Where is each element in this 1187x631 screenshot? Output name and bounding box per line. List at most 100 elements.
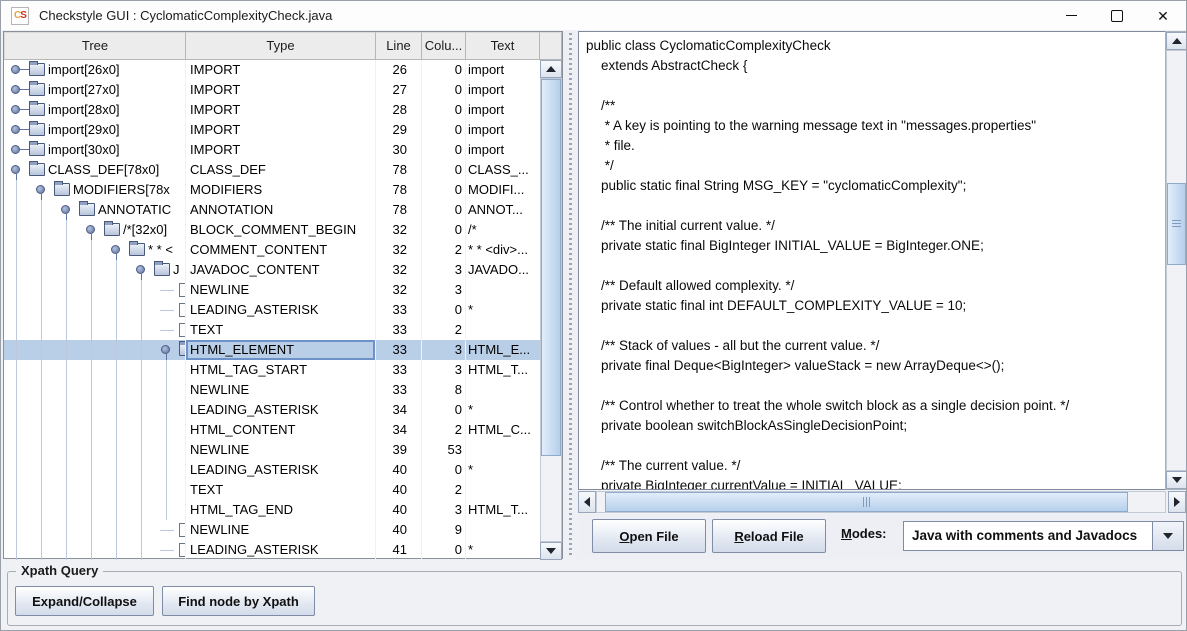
tree-node-label: import[26x0] bbox=[48, 60, 120, 80]
editor-hscrollbar-thumb[interactable] bbox=[605, 492, 1128, 512]
tree-guide-line bbox=[141, 380, 142, 400]
close-button[interactable]: ✕ bbox=[1140, 1, 1186, 30]
expand-collapse-button[interactable]: Expand/Collapse bbox=[15, 586, 154, 616]
editor-scroll-up-button[interactable] bbox=[1166, 32, 1187, 50]
tree-scroll-up-button[interactable] bbox=[540, 60, 562, 78]
editor-scroll-right-button[interactable] bbox=[1168, 491, 1186, 513]
tree-vertical-scrollbar[interactable] bbox=[540, 60, 562, 560]
titlebar: CS Checkstyle GUI : CyclomaticComplexity… bbox=[1, 1, 1186, 30]
header-cell-column[interactable]: Colu... bbox=[422, 32, 466, 60]
modes-dropdown[interactable]: Java with comments and Javadocs bbox=[903, 521, 1184, 551]
expand-toggle-icon[interactable] bbox=[136, 265, 145, 274]
tree-table-row[interactable]: HTML_TAG_START333HTML_T... bbox=[4, 360, 540, 380]
tree-table-row[interactable]: JJAVADOC_CONTENT323JAVADO... bbox=[4, 260, 540, 280]
tree-table-row[interactable]: MODIFIERS[78xMODIFIERS780MODIFI... bbox=[4, 180, 540, 200]
editor-vscrollbar-thumb[interactable] bbox=[1167, 183, 1186, 265]
collapse-toggle-icon[interactable] bbox=[11, 145, 20, 154]
folder-icon bbox=[179, 343, 186, 356]
tree-table-row[interactable]: LEADING_ASTERISK330* bbox=[4, 300, 540, 320]
tree-scroll-down-button[interactable] bbox=[540, 542, 562, 560]
expand-toggle-icon[interactable] bbox=[161, 345, 170, 354]
tree-guide-line bbox=[91, 400, 92, 420]
tree-table-row[interactable]: NEWLINE3953 bbox=[4, 440, 540, 460]
collapse-toggle-icon[interactable] bbox=[11, 125, 20, 134]
expand-toggle-icon[interactable] bbox=[86, 225, 95, 234]
tree-table-row[interactable]: import[30x0]IMPORT300import bbox=[4, 140, 540, 160]
tree-guide-line bbox=[41, 540, 42, 560]
split-pane-divider[interactable] bbox=[563, 31, 578, 559]
text-cell: * bbox=[466, 400, 540, 420]
line-cell: 78 bbox=[376, 180, 422, 200]
tree-table-row[interactable]: import[27x0]IMPORT270import bbox=[4, 80, 540, 100]
open-file-button[interactable]: Open File bbox=[592, 519, 706, 553]
tree-table-row[interactable]: TEXT332 bbox=[4, 320, 540, 340]
editor-scroll-left-button[interactable] bbox=[578, 491, 596, 513]
collapse-toggle-icon[interactable] bbox=[11, 65, 20, 74]
maximize-button[interactable] bbox=[1094, 1, 1140, 30]
editor-hscrollbar-track[interactable] bbox=[596, 491, 1166, 513]
tree-table-row[interactable]: import[29x0]IMPORT290import bbox=[4, 120, 540, 140]
tree-scrollbar-track[interactable] bbox=[540, 78, 562, 542]
tree-guide-line bbox=[41, 440, 42, 460]
tree-guide-line bbox=[16, 260, 17, 280]
code-editor[interactable]: public class CyclomaticComplexityCheck e… bbox=[578, 31, 1166, 490]
tree-table-row[interactable]: TEXT402 bbox=[4, 480, 540, 500]
tree-connector bbox=[160, 530, 174, 531]
tree-table-row[interactable]: /*[32x0]BLOCK_COMMENT_BEGIN320/* bbox=[4, 220, 540, 240]
header-cell-type[interactable]: Type bbox=[186, 32, 376, 60]
tree-table-row[interactable]: NEWLINE409 bbox=[4, 520, 540, 540]
column-cell: 3 bbox=[422, 500, 466, 520]
tree-guide-line bbox=[141, 460, 142, 480]
tree-table-row[interactable]: LEADING_ASTERISK410* bbox=[4, 540, 540, 560]
tree-table-row[interactable]: LEADING_ASTERISK400* bbox=[4, 460, 540, 480]
text-cell: import bbox=[466, 140, 540, 160]
tree-table-row[interactable]: HTML_ELEMENT333HTML_E... bbox=[4, 340, 540, 360]
tree-table-row[interactable]: NEWLINE338 bbox=[4, 380, 540, 400]
tree-table-row[interactable]: ANNOTATICANNOTATION780ANNOT... bbox=[4, 200, 540, 220]
editor-vscrollbar-track[interactable] bbox=[1166, 50, 1187, 471]
expand-toggle-icon[interactable] bbox=[11, 165, 20, 174]
find-node-by-xpath-button[interactable]: Find node by Xpath bbox=[162, 586, 315, 616]
tree-table-row[interactable]: * * <COMMENT_CONTENT322* * <div>... bbox=[4, 240, 540, 260]
header-cell-tree[interactable]: Tree bbox=[4, 32, 186, 60]
tree-guide-line bbox=[66, 460, 67, 480]
tree-guide-line bbox=[91, 500, 92, 520]
arrow-down-icon bbox=[1172, 477, 1182, 483]
close-icon: ✕ bbox=[1157, 9, 1169, 23]
tree-table-row[interactable]: import[26x0]IMPORT260import bbox=[4, 60, 540, 80]
tree-cell bbox=[4, 320, 186, 340]
editor-scroll-down-button[interactable] bbox=[1166, 471, 1187, 489]
tree-scrollbar-thumb[interactable] bbox=[541, 79, 561, 456]
column-cell: 0 bbox=[422, 160, 466, 180]
tree-guide-line bbox=[16, 320, 17, 340]
editor-vertical-scrollbar[interactable] bbox=[1165, 31, 1187, 490]
text-cell: import bbox=[466, 100, 540, 120]
tree-table-row[interactable]: import[28x0]IMPORT280import bbox=[4, 100, 540, 120]
reload-file-button[interactable]: Reload File bbox=[712, 519, 826, 553]
tree-table-row[interactable]: LEADING_ASTERISK340* bbox=[4, 400, 540, 420]
collapse-toggle-icon[interactable] bbox=[11, 105, 20, 114]
type-cell: IMPORT bbox=[186, 140, 376, 160]
dropdown-arrow-button[interactable] bbox=[1152, 522, 1183, 550]
tree-table-row[interactable]: NEWLINE323 bbox=[4, 280, 540, 300]
minimize-button[interactable] bbox=[1048, 1, 1094, 30]
column-cell: 2 bbox=[422, 420, 466, 440]
line-cell: 40 bbox=[376, 500, 422, 520]
expand-toggle-icon[interactable] bbox=[61, 205, 70, 214]
tree-table-row[interactable]: HTML_TAG_END403HTML_T... bbox=[4, 500, 540, 520]
text-cell: * bbox=[466, 460, 540, 480]
tree-cell: import[27x0] bbox=[4, 80, 186, 100]
toggle-stem bbox=[20, 89, 29, 90]
expand-toggle-icon[interactable] bbox=[111, 245, 120, 254]
header-cell-text[interactable]: Text bbox=[466, 32, 540, 60]
tree-table-row[interactable]: HTML_CONTENT342HTML_C... bbox=[4, 420, 540, 440]
collapse-toggle-icon[interactable] bbox=[11, 85, 20, 94]
tree-table-row[interactable]: CLASS_DEF[78x0]CLASS_DEF780CLASS_... bbox=[4, 160, 540, 180]
text-cell: HTML_T... bbox=[466, 500, 540, 520]
expand-toggle-icon[interactable] bbox=[36, 185, 45, 194]
header-cell-line[interactable]: Line bbox=[376, 32, 422, 60]
text-cell: import bbox=[466, 80, 540, 100]
tree-guide-line bbox=[116, 260, 117, 280]
tree-cell bbox=[4, 460, 186, 480]
editor-horizontal-scrollbar[interactable] bbox=[578, 491, 1187, 513]
